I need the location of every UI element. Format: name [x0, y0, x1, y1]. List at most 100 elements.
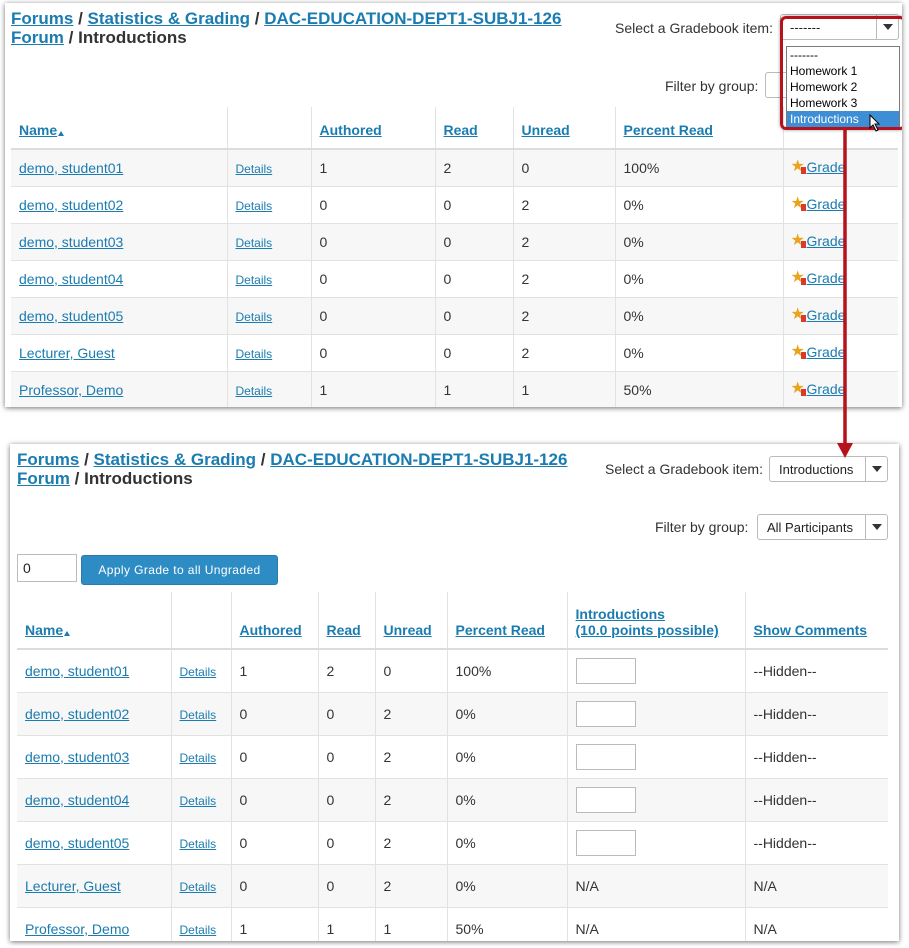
student-name-link[interactable]: Lecturer, Guest [19, 345, 115, 361]
grade-link[interactable]: Grade [791, 230, 846, 250]
read-value: 0 [435, 297, 514, 335]
unread-column-header[interactable]: Unread [375, 592, 448, 650]
breadcrumb-separator: / [68, 28, 74, 47]
student-name-link[interactable]: demo, student02 [19, 197, 123, 213]
student-name-link[interactable]: Lecturer, Guest [25, 878, 121, 894]
percent-read-column-header[interactable]: Percent Read [447, 592, 568, 650]
read-column-header[interactable]: Read [435, 107, 514, 150]
details-cell: Details [171, 649, 232, 693]
breadcrumb-separator: / [254, 9, 260, 28]
name-column-header[interactable]: Name [17, 592, 172, 650]
unread-column-header[interactable]: Unread [513, 107, 616, 150]
comment-value: N/A [745, 864, 888, 908]
grade-value: N/A [575, 920, 599, 937]
name-column-header[interactable]: Name [11, 107, 228, 150]
sort-percent-read-link[interactable]: Percent Read [624, 122, 713, 138]
sort-percent-read-link[interactable]: Percent Read [456, 622, 545, 638]
breadcrumb-forums-link[interactable]: Forums [11, 9, 73, 28]
grade-input[interactable] [575, 743, 636, 770]
breadcrumb-site-link[interactable]: DAC-EDUCATION-DEPT1-SUBJ1-126 [270, 450, 567, 469]
student-name-link[interactable]: demo, student02 [25, 706, 129, 722]
details-link[interactable]: Details [236, 236, 273, 250]
filter-group-label: Filter by group: [665, 78, 759, 94]
grade-input[interactable] [575, 786, 636, 813]
authored-column-header[interactable]: Authored [311, 107, 436, 150]
sort-gradebook-item-link[interactable]: Introductions (10.0 points possible) [576, 606, 719, 638]
grade-link-label: Grade [806, 380, 846, 397]
student-name-link[interactable]: demo, student01 [19, 160, 123, 176]
student-name-link[interactable]: demo, student04 [25, 792, 129, 808]
sort-unread-link[interactable]: Unread [384, 622, 432, 638]
grade-link[interactable]: Grade [791, 378, 846, 398]
details-link[interactable]: Details [236, 199, 273, 213]
grade-link[interactable]: Grade [791, 193, 846, 213]
details-link[interactable]: Details [236, 310, 273, 324]
details-link[interactable]: Details [236, 273, 273, 287]
student-name-link[interactable]: demo, student05 [19, 308, 123, 324]
breadcrumb-statistics-link[interactable]: Statistics & Grading [88, 9, 250, 28]
grade-input[interactable] [575, 700, 636, 727]
name-cell: Professor, Demo [17, 907, 172, 941]
student-name-link[interactable]: Professor, Demo [19, 382, 123, 398]
details-link[interactable]: Details [180, 794, 217, 808]
grade-link[interactable]: Grade [791, 304, 846, 324]
grade-input[interactable] [575, 657, 636, 684]
read-column-header[interactable]: Read [318, 592, 376, 650]
show-comments-link[interactable]: Show Comments [754, 622, 868, 638]
breadcrumb-separator: / [78, 9, 83, 28]
grade-link-label: Grade [806, 306, 846, 323]
grade-cell: Grade [783, 371, 898, 407]
details-link[interactable]: Details [180, 923, 217, 937]
details-cell: Details [171, 821, 232, 865]
bottom-screenshot-panel: Forums / Statistics & Grading / DAC-EDUC… [10, 444, 899, 941]
student-name-link[interactable]: demo, student05 [25, 835, 129, 851]
authored-value: 1 [311, 149, 436, 187]
grade-cell: N/A [567, 864, 746, 908]
sort-name-link[interactable]: Name [19, 122, 57, 138]
comment-value: --Hidden-- [745, 649, 888, 693]
authored-column-header[interactable]: Authored [231, 592, 319, 650]
gradebook-select[interactable]: Introductions [769, 456, 888, 482]
student-name-link[interactable]: demo, student01 [25, 663, 129, 679]
student-name-link[interactable]: demo, student03 [19, 234, 123, 250]
details-link[interactable]: Details [236, 162, 273, 176]
grade-input[interactable] [575, 829, 636, 856]
gradebook-item-column-header[interactable]: Introductions (10.0 points possible) [567, 592, 746, 650]
breadcrumb-forum-link[interactable]: Forum [17, 469, 70, 488]
breadcrumb-site-link[interactable]: DAC-EDUCATION-DEPT1-SUBJ1-126 [264, 9, 561, 28]
details-link[interactable]: Details [180, 708, 217, 722]
comments-column-header[interactable]: Show Comments [745, 592, 888, 650]
sort-unread-link[interactable]: Unread [522, 122, 570, 138]
apply-grade-button[interactable]: Apply Grade to all Ungraded [81, 555, 278, 585]
details-link[interactable]: Details [236, 384, 273, 398]
grade-all-input[interactable] [17, 554, 77, 582]
grade-link[interactable]: Grade [791, 156, 846, 176]
sort-authored-link[interactable]: Authored [320, 122, 382, 138]
filter-group-select[interactable]: All Participants [757, 514, 888, 540]
chevron-down-icon [865, 457, 887, 481]
details-link[interactable]: Details [236, 347, 273, 361]
grade-cell: Grade [783, 334, 898, 372]
breadcrumb-forum-link[interactable]: Forum [11, 28, 64, 47]
sort-read-link[interactable]: Read [444, 122, 478, 138]
percent-value: 0% [447, 692, 568, 736]
unread-value: 2 [375, 692, 448, 736]
student-name-link[interactable]: demo, student03 [25, 749, 129, 765]
grade-link[interactable]: Grade [791, 341, 846, 361]
breadcrumb-statistics-link[interactable]: Statistics & Grading [94, 450, 256, 469]
sort-authored-link[interactable]: Authored [240, 622, 302, 638]
details-link[interactable]: Details [180, 837, 217, 851]
comment-value: --Hidden-- [745, 735, 888, 779]
percent-read-column-header[interactable]: Percent Read [615, 107, 784, 150]
details-link[interactable]: Details [180, 665, 217, 679]
read-value: 1 [435, 371, 514, 407]
sort-read-link[interactable]: Read [327, 622, 361, 638]
details-link[interactable]: Details [180, 880, 217, 894]
breadcrumb-forums-link[interactable]: Forums [17, 450, 79, 469]
sort-name-link[interactable]: Name [25, 622, 63, 638]
details-link[interactable]: Details [180, 751, 217, 765]
grading-table: Name Authored Read Unread Percent Read I… [17, 592, 888, 941]
grade-link[interactable]: Grade [791, 267, 846, 287]
student-name-link[interactable]: demo, student04 [19, 271, 123, 287]
student-name-link[interactable]: Professor, Demo [25, 921, 129, 937]
